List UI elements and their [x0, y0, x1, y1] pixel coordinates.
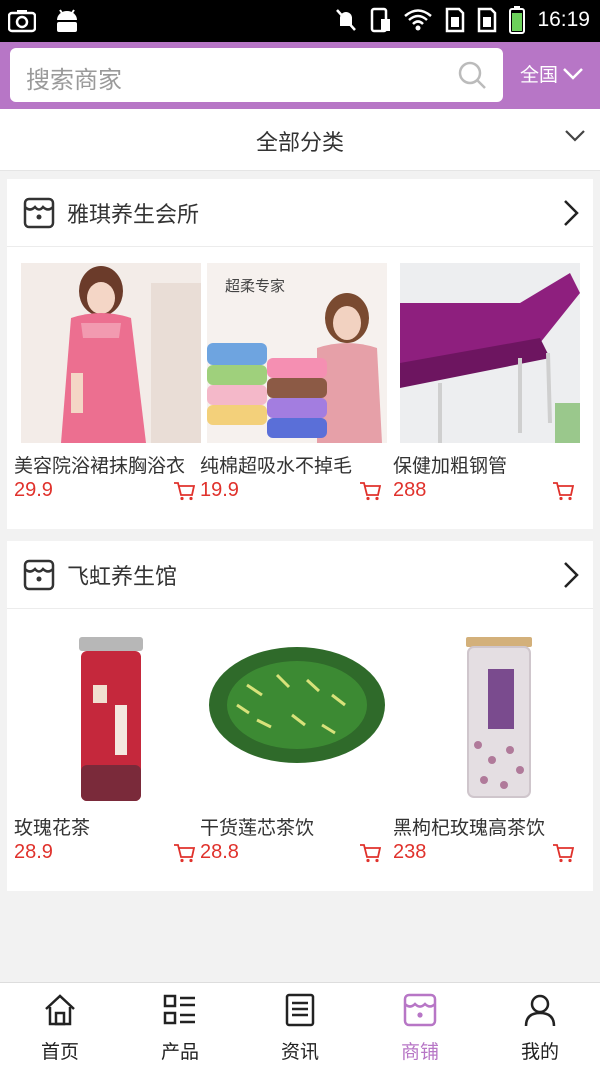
product-name: 黑枸杞玫瑰高茶饮 [393, 817, 546, 839]
chevron-down-icon [563, 67, 583, 80]
search-input[interactable]: 搜索商家 [26, 60, 122, 95]
tab-label: 我的 [520, 1041, 559, 1063]
sim2-icon [478, 7, 497, 33]
category-filter[interactable]: 全部分类 [0, 109, 600, 171]
tab-label: 商铺 [400, 1041, 439, 1063]
android-icon [57, 9, 77, 32]
store-icon [23, 559, 55, 591]
product-price: 288 [393, 479, 427, 501]
category-label: 全部分类 [255, 131, 344, 156]
cart-icon[interactable] [173, 481, 195, 501]
shop-card: 飞虹养生馆 玫瑰花茶 28.9 干货莲芯茶饮 28.8 黑枸杞玫瑰高茶饮 238 [7, 541, 593, 891]
tab-news[interactable]: 资讯 [240, 983, 360, 1067]
product-name: 美容院浴裙抹胸浴衣 [14, 455, 186, 477]
tab-products[interactable]: 产品 [120, 983, 240, 1067]
status-bar: 16:19 [0, 0, 600, 42]
product-price: 28.9 [14, 841, 53, 863]
search-header: 搜索商家 全国 [0, 42, 600, 109]
store-icon [23, 197, 55, 229]
camera-icon [8, 10, 36, 33]
region-selector[interactable]: 全国 [520, 60, 584, 87]
user-icon [524, 994, 556, 1027]
shop-name: 雅琪养生会所 [67, 203, 200, 228]
sim-icon [371, 7, 391, 33]
mute-icon [336, 9, 357, 31]
cart-icon[interactable] [173, 843, 195, 863]
shop-header[interactable]: 飞虹养生馆 [7, 541, 593, 609]
product-name: 干货莲芯茶饮 [200, 817, 315, 839]
tab-label: 首页 [40, 1041, 79, 1063]
cart-icon[interactable] [552, 481, 574, 501]
product-price: 29.9 [14, 479, 53, 501]
bottom-tab-bar: 首页 产品 资讯 商铺 我的 [0, 982, 600, 1067]
wifi-icon [404, 9, 433, 31]
product-image-goji-tea [400, 625, 580, 805]
clock: 16:19 [537, 8, 590, 31]
product-price: 238 [393, 841, 427, 863]
search-icon[interactable] [457, 60, 487, 90]
chevron-right-icon[interactable] [563, 199, 579, 227]
chevron-right-icon[interactable] [563, 561, 579, 589]
product-image-lotus-tea [207, 625, 387, 805]
product-image-massage-bed [400, 263, 580, 443]
product-image-bath-dress [21, 263, 201, 443]
tab-profile[interactable]: 我的 [480, 983, 600, 1067]
battery-icon [509, 6, 526, 34]
cart-icon[interactable] [552, 843, 574, 863]
cart-icon[interactable] [359, 481, 381, 501]
sim1-icon [446, 7, 465, 33]
store-icon [403, 993, 437, 1027]
product-price: 19.9 [200, 479, 239, 501]
product-price: 28.8 [200, 841, 239, 863]
search-box[interactable]: 搜索商家 [10, 48, 503, 102]
product-name: 保健加粗钢管 [393, 455, 508, 477]
chevron-down-icon [565, 130, 585, 142]
list-icon [163, 994, 195, 1025]
shop-name: 飞虹养生馆 [67, 565, 178, 590]
home-icon [45, 994, 75, 1026]
cart-icon[interactable] [359, 843, 381, 863]
news-icon [285, 993, 315, 1027]
tab-label: 资讯 [280, 1041, 319, 1063]
product-image-rose-tea [21, 625, 201, 805]
shop-header[interactable]: 雅琪养生会所 [7, 179, 593, 247]
product-name: 玫瑰花茶 [14, 817, 91, 839]
product-name: 纯棉超吸水不掉毛 [200, 455, 353, 477]
tab-home[interactable]: 首页 [0, 983, 120, 1067]
shop-card: 雅琪养生会所 美容院浴裙抹胸浴衣 29.9 超柔专家 纯棉超吸水不掉毛 19.9… [7, 179, 593, 529]
tab-label: 产品 [160, 1041, 199, 1063]
region-label: 全国 [520, 64, 559, 86]
tab-shops[interactable]: 商铺 [360, 983, 480, 1067]
product-image-towels: 超柔专家 [207, 263, 387, 443]
product-image-caption: 超柔专家 [225, 277, 286, 295]
